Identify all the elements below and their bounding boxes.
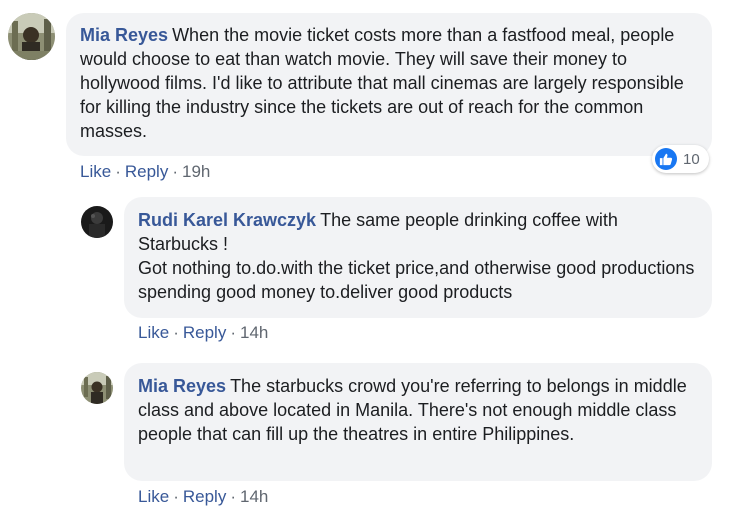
avatar[interactable]: [81, 206, 113, 238]
reply-link[interactable]: Reply: [125, 162, 168, 181]
comment-actions: Like · Reply · 14h: [138, 487, 268, 507]
comment-actions: Like · Reply · 19h: [80, 162, 210, 182]
separator-dot: ·: [173, 487, 179, 506]
comment-text: When the movie ticket costs more than a …: [80, 25, 684, 141]
separator-dot: ·: [230, 487, 236, 506]
reaction-count: 10: [683, 150, 700, 168]
comment-author[interactable]: Mia Reyes: [138, 376, 226, 396]
timestamp[interactable]: 14h: [240, 323, 268, 342]
comment-author[interactable]: Rudi Karel Krawczyk: [138, 210, 316, 230]
reply-link[interactable]: Reply: [183, 487, 226, 506]
comment-bubble: Rudi Karel Krawczyk The same people drink…: [124, 197, 712, 318]
like-link[interactable]: Like: [138, 323, 169, 342]
timestamp[interactable]: 19h: [182, 162, 210, 181]
separator-dot: ·: [115, 162, 121, 181]
separator-dot: ·: [230, 323, 236, 342]
reply-link[interactable]: Reply: [183, 323, 226, 342]
like-link[interactable]: Like: [138, 487, 169, 506]
separator-dot: ·: [172, 162, 178, 181]
comment-author[interactable]: Mia Reyes: [80, 25, 168, 45]
avatar[interactable]: [81, 372, 113, 404]
like-link[interactable]: Like: [80, 162, 111, 181]
comment-bubble: Mia Reyes The starbucks crowd you're refe…: [124, 363, 712, 481]
comment-bubble: Mia Reyes When the movie ticket costs mor…: [66, 13, 712, 156]
avatar[interactable]: [8, 13, 55, 60]
separator-dot: ·: [173, 323, 179, 342]
timestamp[interactable]: 14h: [240, 487, 268, 506]
thumbs-up-icon: [655, 148, 677, 170]
comment-actions: Like · Reply · 14h: [138, 323, 268, 343]
reaction-summary[interactable]: 10: [652, 145, 709, 173]
